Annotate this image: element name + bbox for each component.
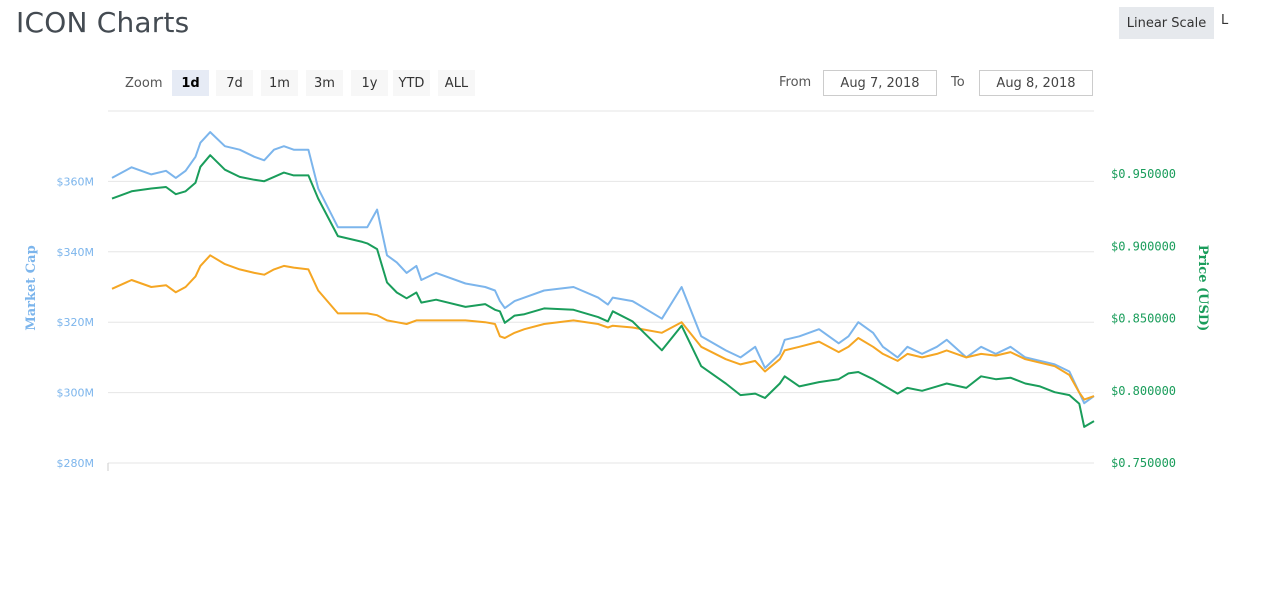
market-cap-tick-label: $320M: [57, 316, 95, 329]
price-chart[interactable]: $360M $340M $320M $300M $280M $0.950000 $0.90…: [0, 0, 1275, 589]
price-tick-label: $0.950000: [1111, 167, 1176, 181]
price-tick-label: $0.900000: [1111, 239, 1176, 253]
market-cap-axis: $360M $340M $320M $300M $280M: [57, 175, 95, 470]
grid-lines: [107, 110, 1094, 471]
market-cap-tick-label: $360M: [57, 175, 95, 188]
market-cap-tick-label: $340M: [57, 246, 95, 259]
price-axis: $0.950000 $0.900000 $0.850000 $0.800000 $0.7…: [1111, 167, 1176, 470]
price-tick-label: $0.750000: [1111, 456, 1176, 470]
market-cap-line: [111, 131, 1095, 405]
market-cap-axis-title: Market Cap: [24, 245, 39, 330]
price-usd-line: [111, 154, 1095, 428]
price-axis-title: Price (USD): [1195, 245, 1210, 332]
series-lines: [111, 131, 1095, 428]
price-btc-line: [111, 254, 1095, 401]
price-tick-label: $0.800000: [1111, 384, 1176, 398]
market-cap-tick-label: $300M: [57, 387, 95, 400]
price-tick-label: $0.850000: [1111, 312, 1176, 326]
market-cap-tick-label: $280M: [57, 457, 95, 470]
